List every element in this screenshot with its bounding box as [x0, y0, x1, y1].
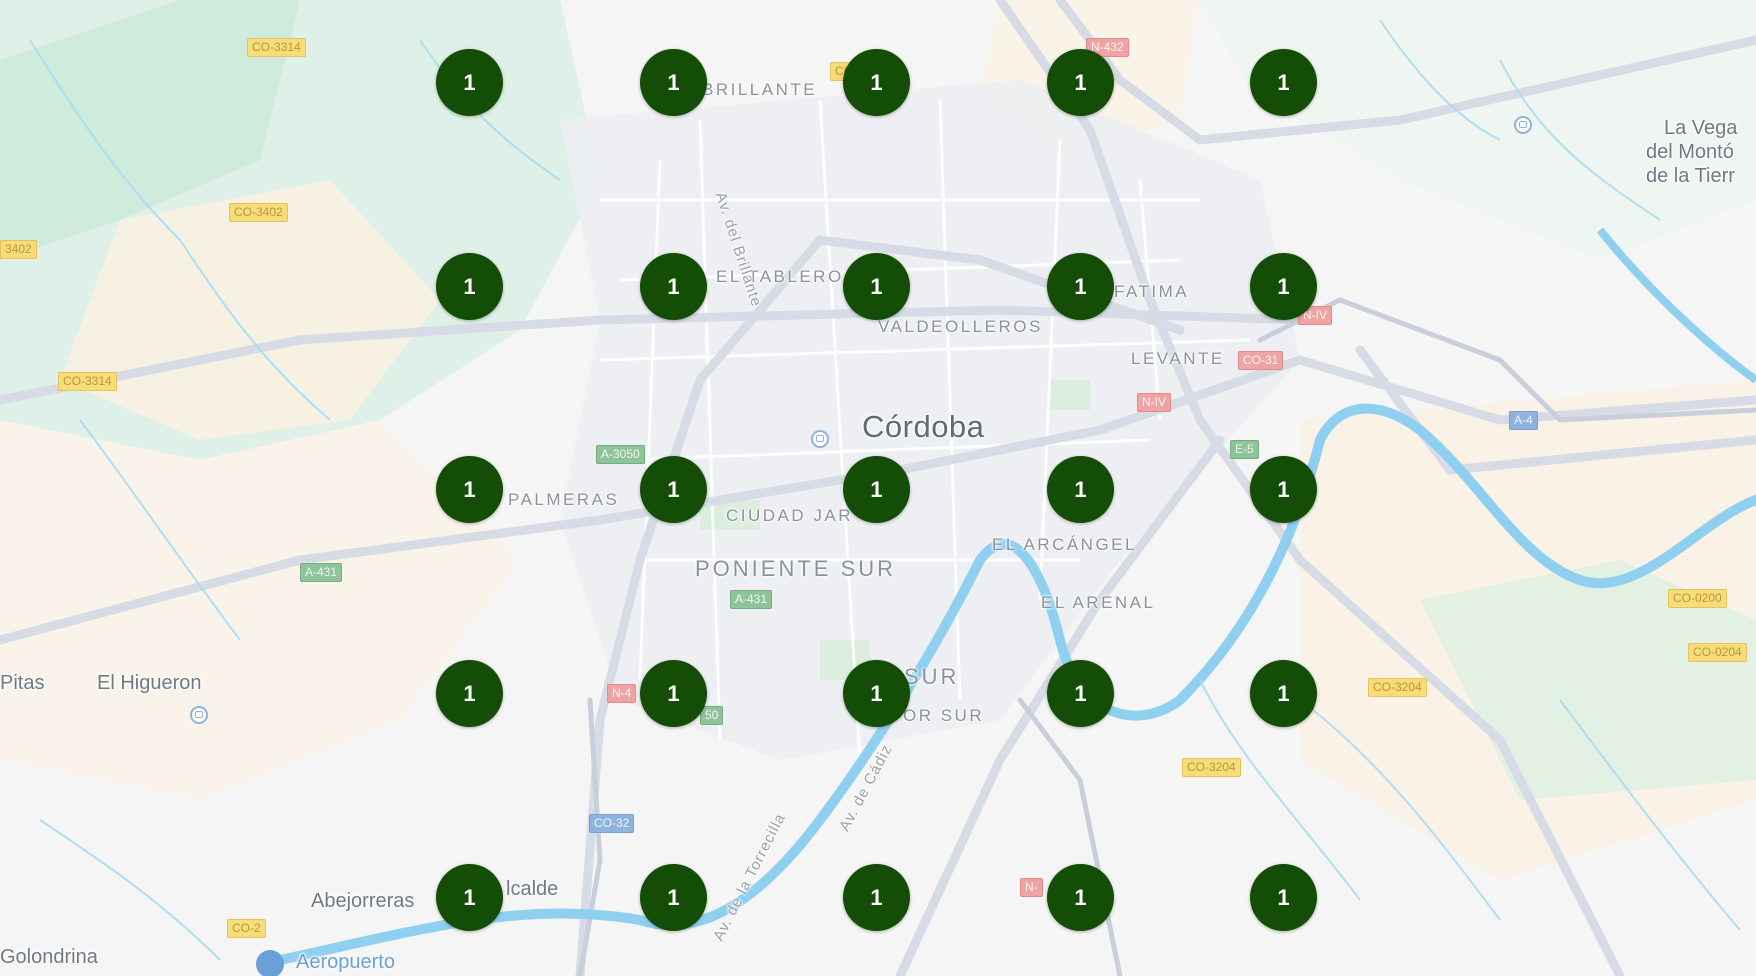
road-shield-a3050: A-3050: [596, 445, 645, 464]
road-shield-a50: 50: [700, 706, 724, 725]
transit-station-icon[interactable]: [811, 430, 829, 448]
road-shield-niv-mid: N-IV: [1137, 393, 1171, 412]
road-shield-co3204b: CO-3204: [1182, 758, 1241, 777]
cluster-marker[interactable]: 1: [1047, 864, 1114, 931]
district-label-sur: SUR: [904, 664, 960, 689]
place-label-la-vega: La Vega: [1664, 117, 1738, 139]
cluster-marker[interactable]: 1: [1250, 864, 1317, 931]
district-label-palmeras: PALMERAS: [508, 490, 620, 509]
road-shield-co3314-top: CO-3314: [247, 38, 306, 57]
road-shield-co0204: CO-0204: [1688, 643, 1747, 662]
cluster-marker[interactable]: 1: [640, 49, 707, 116]
road-shield-co32: CO-32: [589, 814, 635, 833]
road-shield-co12: CO-2: [227, 919, 266, 938]
cluster-marker[interactable]: 1: [843, 253, 910, 320]
district-label-fatima: FATIMA: [1114, 282, 1190, 301]
place-label-abejorreras: Abejorreras: [311, 890, 415, 912]
place-label-golondrina: Golondrina: [0, 946, 98, 968]
cluster-marker[interactable]: 1: [436, 253, 503, 320]
transit-station-icon[interactable]: [190, 706, 208, 724]
district-label-ciudad-jardin: CIUDAD JAR: [726, 506, 854, 525]
cluster-marker[interactable]: 1: [1250, 456, 1317, 523]
cluster-marker[interactable]: 1: [843, 864, 910, 931]
road-shield-a431-mid: A-431: [730, 590, 773, 609]
district-label-brillante: BRILLANTE: [702, 80, 818, 99]
district-label-sector-sur: OR SUR: [903, 706, 985, 725]
district-label-el-arcangel: EL ARCÁNGEL: [992, 535, 1137, 554]
place-label-alcalde: lcalde: [506, 878, 559, 900]
district-label-el-arenal: EL ARENAL: [1041, 593, 1156, 612]
cluster-marker[interactable]: 1: [436, 49, 503, 116]
map-canvas[interactable]: Córdoba BRILLANTE EL TABLERO FATIMA VALD…: [0, 0, 1756, 976]
cluster-marker[interactable]: 1: [843, 660, 910, 727]
cluster-marker[interactable]: 1: [1047, 49, 1114, 116]
cluster-marker[interactable]: 1: [640, 660, 707, 727]
road-shield-co0200: CO-0200: [1668, 589, 1727, 608]
airport-label: Aeropuerto: [296, 951, 395, 973]
place-label-el-higueron: El Higueron: [97, 672, 202, 694]
road-shield-n-sw: N-4: [607, 684, 637, 703]
cluster-marker[interactable]: 1: [1250, 49, 1317, 116]
place-label-de-la-tierra: de la Tierr: [1646, 165, 1735, 187]
cluster-marker[interactable]: 1: [1250, 660, 1317, 727]
place-label-pitas: Pitas: [0, 672, 45, 694]
cluster-marker[interactable]: 1: [640, 253, 707, 320]
road-shield-co3402: CO-3402: [229, 203, 288, 222]
road-shield-a4: A-4: [1509, 411, 1538, 430]
transit-station-icon[interactable]: [1514, 116, 1532, 134]
cluster-marker[interactable]: 1: [1047, 660, 1114, 727]
cluster-marker[interactable]: 1: [640, 456, 707, 523]
cluster-marker[interactable]: 1: [1047, 456, 1114, 523]
district-label-levante: LEVANTE: [1131, 349, 1225, 368]
road-shield-n-s: N-: [1020, 878, 1043, 897]
city-label: Córdoba: [862, 409, 985, 444]
road-shield-co3314-left: CO-3314: [58, 372, 117, 391]
road-shield-co3402-left: 3402: [0, 240, 37, 259]
district-label-poniente-sur: PONIENTE SUR: [695, 556, 897, 581]
place-label-del-monto: del Montó: [1646, 141, 1734, 163]
road-shield-co31: CO-31: [1238, 351, 1284, 370]
road-shield-a431-left: A-431: [300, 563, 343, 582]
cluster-marker[interactable]: 1: [1250, 253, 1317, 320]
cluster-marker[interactable]: 1: [843, 456, 910, 523]
cluster-marker[interactable]: 1: [1047, 253, 1114, 320]
road-shield-co3204: CO-3204: [1368, 678, 1427, 697]
cluster-marker[interactable]: 1: [640, 864, 707, 931]
district-label-valdeolleros: VALDEOLLEROS: [878, 317, 1043, 336]
road-shield-e5: E-5: [1230, 440, 1259, 459]
cluster-marker[interactable]: 1: [436, 456, 503, 523]
cluster-marker[interactable]: 1: [436, 864, 503, 931]
cluster-marker[interactable]: 1: [843, 49, 910, 116]
cluster-marker[interactable]: 1: [436, 660, 503, 727]
airport-icon: [256, 950, 284, 976]
